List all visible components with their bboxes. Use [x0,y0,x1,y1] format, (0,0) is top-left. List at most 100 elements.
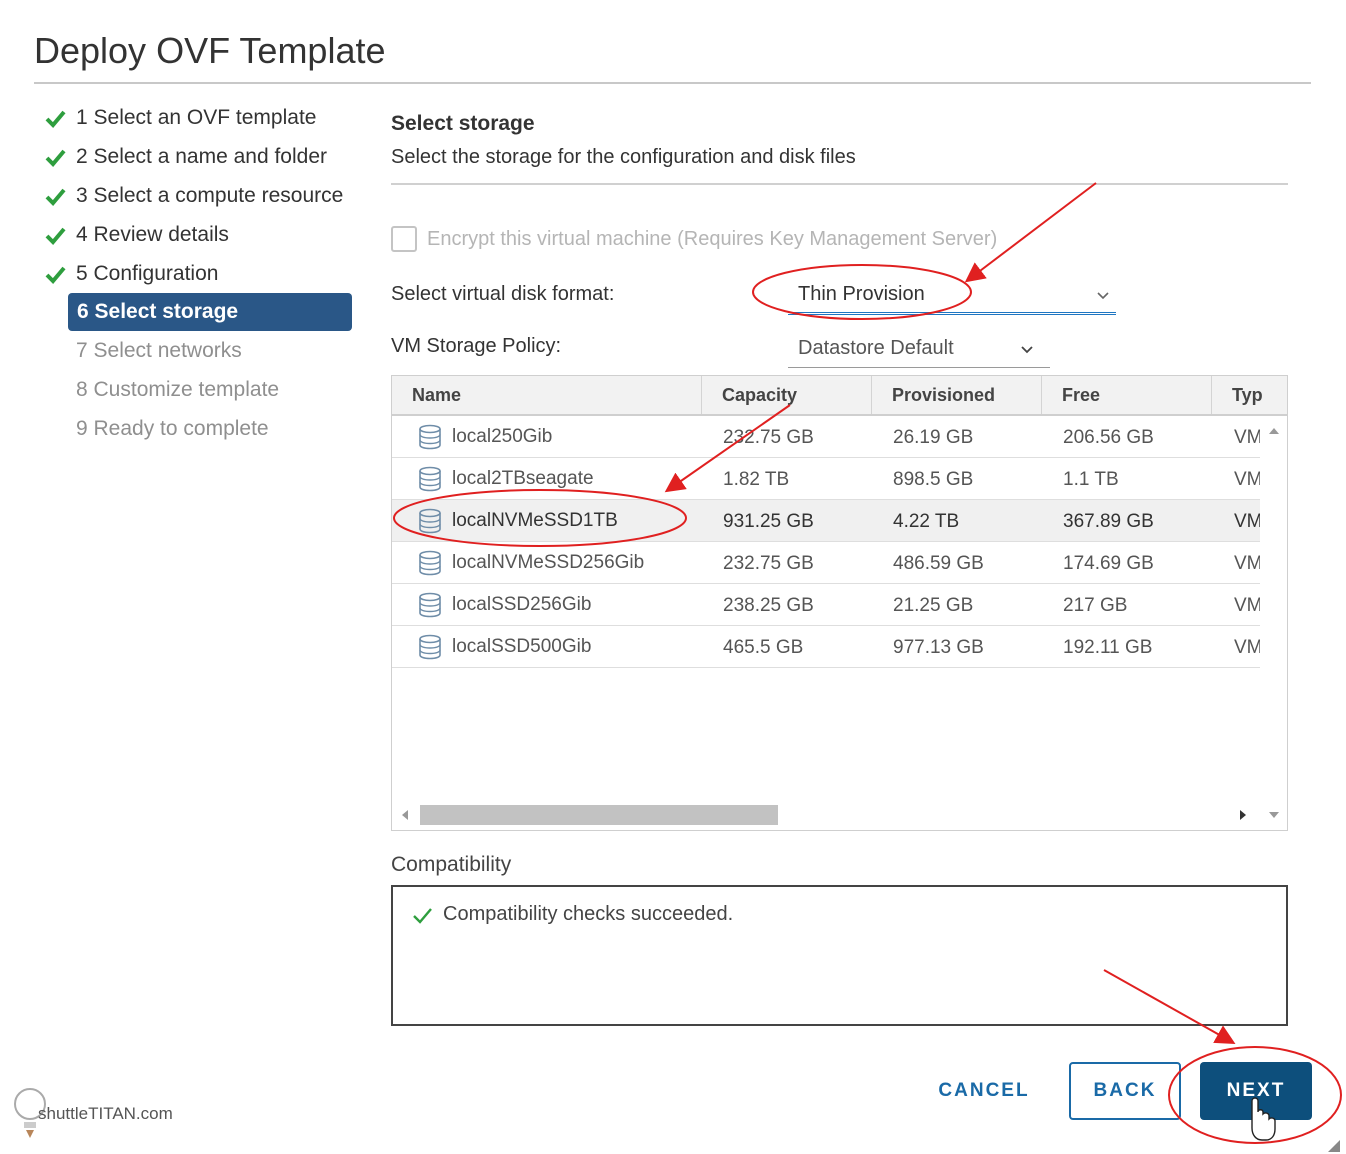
database-icon [419,634,441,659]
step-8: 8 Customize template [40,370,370,409]
step-label: 4 Review details [76,222,229,246]
datastore-name: localNVMeSSD1TB [452,510,618,531]
table-row[interactable]: local250Gib 232.75 GB 26.19 GB 206.56 GB… [392,416,1260,458]
next-button[interactable]: NEXT [1200,1062,1312,1120]
section-divider [391,183,1288,185]
step-9: 9 Ready to complete [40,409,370,448]
datastore-name: local2TBseagate [452,468,594,489]
check-icon [45,266,66,284]
cell-type: VM [1234,469,1260,490]
back-button[interactable]: BACK [1069,1062,1181,1120]
database-icon [419,550,441,575]
chevron-down-icon [1021,345,1033,353]
column-header-provisioned[interactable]: Provisioned [872,376,1042,414]
cell-provisioned: 977.13 GB [893,637,984,658]
cell-free: 367.89 GB [1063,511,1154,532]
database-icon [419,424,441,449]
step-6-active[interactable]: 6 Select storage [68,293,352,331]
cell-free: 192.11 GB [1063,637,1153,658]
cell-capacity: 1.82 TB [723,469,790,490]
check-icon [45,188,66,206]
storage-policy-value: Datastore Default [798,337,954,359]
cell-type: VM [1234,553,1260,574]
step-label: 1 Select an OVF template [76,105,317,129]
encrypt-vm-option: Encrypt this virtual machine (Requires K… [391,226,997,252]
cell-type: VM [1234,427,1260,448]
cell-free: 217 GB [1063,595,1128,616]
cell-type: VM [1234,511,1260,532]
horizontal-scroll-thumb[interactable] [420,805,778,825]
section-title: Select storage [391,112,535,135]
section-description: Select the storage for the configuration… [391,146,856,168]
cell-capacity: 931.25 GB [723,511,814,532]
datastore-name: local250Gib [452,426,553,447]
step-label: 3 Select a compute resource [76,183,344,207]
scroll-right-icon[interactable] [1240,810,1246,820]
scroll-up-icon[interactable] [1269,428,1279,434]
cell-name: localSSD256Gib [418,584,698,625]
table-header: Name Capacity Provisioned Free Typ [392,376,1287,416]
storage-policy-select[interactable]: Datastore Default [788,330,1050,368]
title-divider [34,82,1311,84]
horizontal-scrollbar[interactable] [392,803,1260,829]
check-icon [413,907,432,924]
step-3[interactable]: 3 Select a compute resource [40,176,370,215]
step-1[interactable]: 1 Select an OVF template [40,98,370,137]
cell-name: local2TBseagate [418,458,698,499]
datastore-table: Name Capacity Provisioned Free Typ local… [391,375,1288,831]
cell-name: localSSD500Gib [418,626,698,667]
step-label: 5 Configuration [76,261,219,285]
compatibility-panel: Compatibility checks succeeded. [391,885,1288,1026]
table-row[interactable]: localSSD256Gib 238.25 GB 21.25 GB 217 GB… [392,584,1260,626]
cell-name: localNVMeSSD1TB [418,500,698,541]
step-5[interactable]: 5 Configuration [40,254,370,293]
encrypt-checkbox [391,226,417,252]
step-label: 2 Select a name and folder [76,144,327,168]
wizard-steps: 1 Select an OVF template 2 Select a name… [40,98,370,448]
vertical-scrollbar[interactable] [1261,416,1287,830]
cancel-button[interactable]: CANCEL [925,1062,1043,1120]
storage-policy-label: VM Storage Policy: [391,335,562,357]
step-label: 6 Select storage [77,300,239,323]
check-icon [45,149,66,167]
table-row[interactable]: localSSD500Gib 465.5 GB 977.13 GB 192.11… [392,626,1260,668]
chevron-down-icon [1097,291,1109,299]
resize-grip-icon [1328,1140,1340,1152]
table-row-selected[interactable]: localNVMeSSD1TB 931.25 GB 4.22 TB 367.89… [392,500,1260,542]
cell-provisioned: 486.59 GB [893,553,984,574]
compatibility-status: Compatibility checks succeeded. [411,903,733,926]
cell-name: local250Gib [418,416,698,457]
compatibility-label: Compatibility [391,853,512,876]
cell-capacity: 238.25 GB [723,595,814,616]
step-2[interactable]: 2 Select a name and folder [40,137,370,176]
table-row[interactable]: localNVMeSSD256Gib 232.75 GB 486.59 GB 1… [392,542,1260,584]
database-icon [419,508,441,533]
column-header-free[interactable]: Free [1042,376,1212,414]
cell-free: 1.1 TB [1063,469,1119,490]
cell-name: localNVMeSSD256Gib [418,542,698,583]
cell-capacity: 232.75 GB [723,427,814,448]
column-header-type[interactable]: Typ [1212,376,1287,414]
cell-provisioned: 898.5 GB [893,469,974,490]
scroll-down-icon[interactable] [1269,812,1279,818]
datastore-name: localNVMeSSD256Gib [452,552,645,573]
cell-provisioned: 4.22 TB [893,511,960,532]
step-4[interactable]: 4 Review details [40,215,370,254]
watermark-text: shuttleTITAN.com [38,1104,173,1123]
scroll-left-icon[interactable] [402,810,408,820]
datastore-name: localSSD500Gib [452,636,592,657]
table-row[interactable]: local2TBseagate 1.82 TB 898.5 GB 1.1 TB … [392,458,1260,500]
step-label: 9 Ready to complete [76,416,269,440]
disk-format-select[interactable]: Thin Provision [788,277,1116,315]
cell-capacity: 465.5 GB [723,637,804,658]
column-header-name[interactable]: Name [392,376,702,414]
disk-format-label: Select virtual disk format: [391,283,615,305]
dialog-title: Deploy OVF Template [34,30,386,71]
watermark: shuttleTITAN.com [12,1086,173,1142]
compatibility-message: Compatibility checks succeeded. [443,903,734,925]
column-header-capacity[interactable]: Capacity [702,376,872,414]
encrypt-label: Encrypt this virtual machine (Requires K… [427,227,998,250]
cell-free: 206.56 GB [1063,427,1154,448]
check-icon [45,227,66,245]
datastore-name: localSSD256Gib [452,594,592,615]
